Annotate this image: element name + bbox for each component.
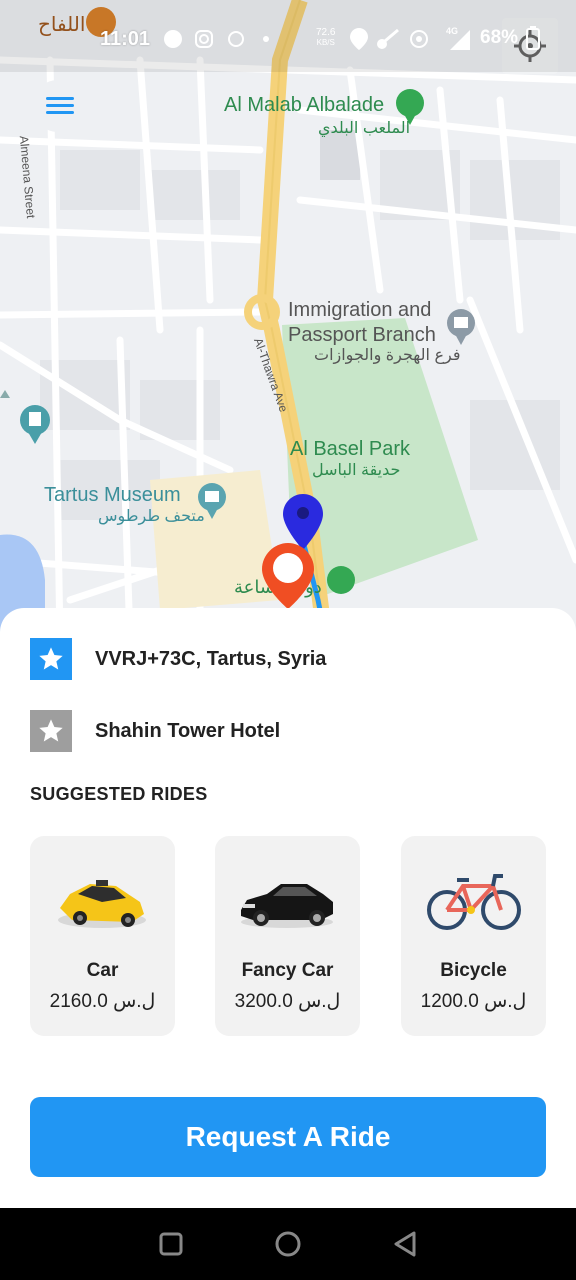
menu-icon (46, 97, 74, 100)
recents-icon[interactable] (158, 1231, 184, 1257)
star-icon (30, 638, 72, 680)
map-label-immigration-2: Passport Branch (288, 324, 436, 346)
sync-icon (228, 31, 244, 47)
request-ride-button[interactable]: Request A Ride (30, 1097, 546, 1177)
ride-name: Bicycle (440, 960, 507, 981)
hotspot-icon (410, 30, 428, 48)
star-icon (30, 710, 72, 752)
pickup-address-row[interactable]: VVRJ+73C, Tartus, Syria (30, 638, 550, 682)
map-label-immigration-ar: فرع الهجرة والجوازات (314, 347, 461, 364)
map-label-immigration-1: Immigration and (288, 299, 432, 321)
bicycle-icon (427, 874, 521, 930)
map-label-stadium: Al Malab Albalade (224, 94, 385, 116)
status-time: 11:01 (100, 28, 151, 50)
network-speed: 72.6 KB/S (316, 27, 336, 48)
ride-option-car[interactable]: Car 2160.0 ل.س (30, 836, 175, 1036)
instagram-icon (195, 30, 213, 48)
suggested-rides-title: SUGGESTED RIDES (30, 784, 208, 804)
map-label-stadium-ar: الملعب البلدي (318, 120, 411, 137)
destination-pin-icon[interactable] (283, 494, 323, 550)
ride-price: 3200.0 ل.س (234, 991, 341, 1012)
status-bar: 11:01 72.6 KB/S 4G 68% (0, 0, 576, 72)
ride-bottom-sheet: VVRJ+73C, Tartus, Syria Shahin Tower Hot… (0, 608, 576, 1208)
ride-name: Car (86, 960, 119, 981)
map-label-park-ar: حديقة الباسل (312, 462, 401, 479)
destination-address-text: Shahin Tower Hotel (95, 720, 281, 742)
map-view[interactable]: اللفاح Al Malab Albalade الملعب البلدي A… (0, 0, 576, 640)
pickup-address-text: VVRJ+73C, Tartus, Syria (95, 648, 327, 670)
map-label-museum-ar: متحف طرطوس (98, 508, 205, 525)
location-status-icon (350, 28, 368, 50)
app-notification-icon (164, 30, 182, 48)
menu-button[interactable] (32, 80, 88, 132)
ride-option-bicycle[interactable]: Bicycle 1200.0 ل.س (401, 836, 546, 1036)
battery-icon (526, 26, 540, 50)
back-icon[interactable] (392, 1230, 418, 1258)
signal-icon (450, 30, 470, 50)
pickup-pin-icon[interactable] (262, 543, 314, 609)
taxi-icon (58, 880, 146, 928)
key-icon (377, 28, 399, 49)
home-icon[interactable] (274, 1230, 302, 1258)
ride-option-fancy-car[interactable]: Fancy Car 3200.0 ل.س (215, 836, 360, 1036)
map-label-park: Al Basel Park (290, 438, 411, 460)
battery-percent: 68% (480, 27, 519, 48)
ride-price: 2160.0 ل.س (49, 991, 156, 1012)
fancy-car-icon (241, 884, 333, 928)
system-nav-bar (0, 1208, 576, 1280)
map-label-museum: Tartus Museum (44, 484, 181, 506)
ride-price: 1200.0 ل.س (420, 991, 527, 1012)
ride-name: Fancy Car (241, 960, 334, 981)
destination-address-row[interactable]: Shahin Tower Hotel (30, 710, 550, 754)
dot-icon (263, 36, 269, 42)
